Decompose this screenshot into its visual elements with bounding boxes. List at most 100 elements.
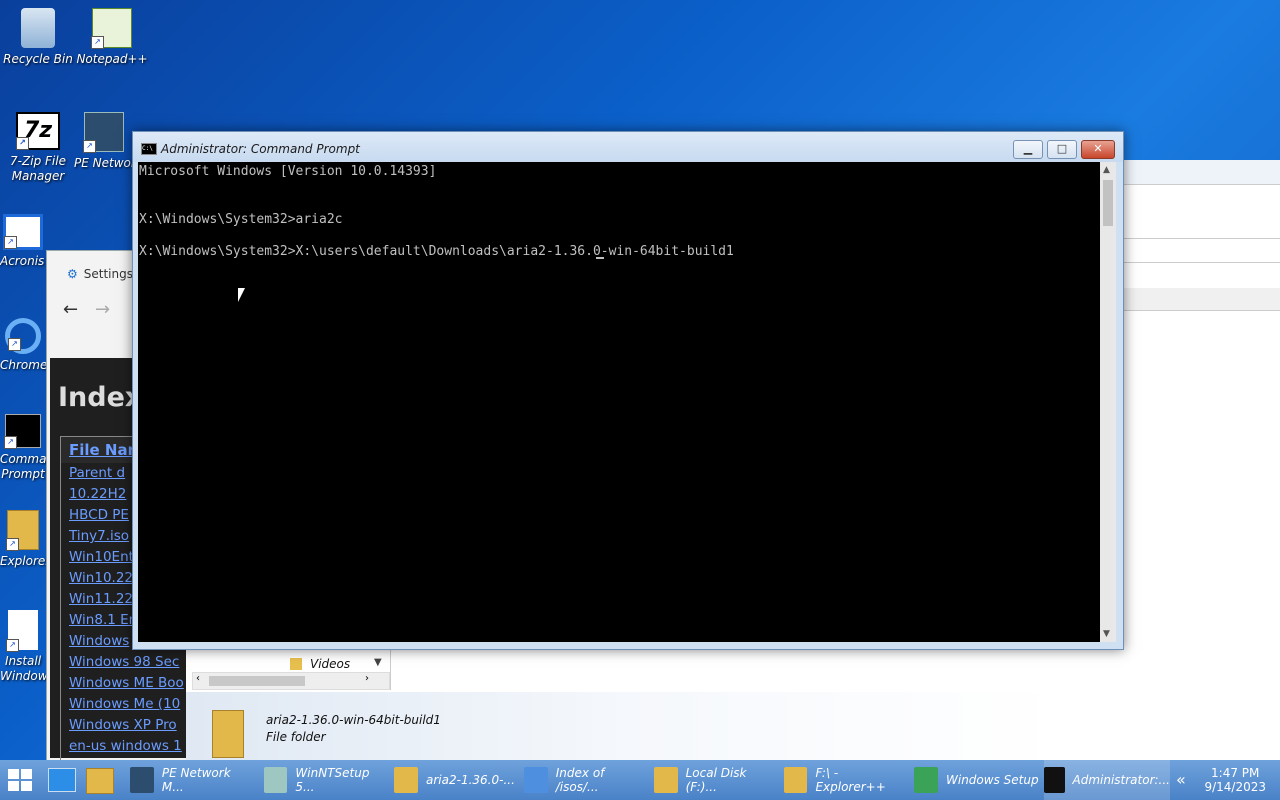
taskbar-button-label: aria2-1.36.0-... [426,773,515,787]
app-icon [1044,767,1065,793]
desktop-icon-label: Recycle Bin [3,52,73,66]
selected-item-details: aria2-1.36.0-win-64bit-build1 File folde… [186,692,1280,760]
mouse-pointer-icon [238,288,245,302]
console-line: Microsoft Windows [Version 10.0.14393] [139,164,437,179]
taskbar-button-label: PE Network M... [161,766,231,794]
explorer-toolbar-strip [1122,160,1280,185]
desktop-icon-label: Command Prompt [0,452,46,481]
scroll-left-icon[interactable]: ‹ [196,673,200,684]
desktop-icon-acronis[interactable]: ↗ Acronis Direct [0,214,46,269]
scroll-thumb[interactable] [1103,180,1113,226]
desktop-icon-label: Acronis Direct [0,254,46,268]
settings-titlebar: ⚙ Settings [67,267,133,281]
clock-time: 1:47 PM [1211,766,1260,780]
desktop-icon-chrome[interactable]: ↗ Chrome [0,318,46,373]
minimize-button[interactable]: ▁ [1013,140,1043,159]
taskbar-button[interactable]: Windows Setup [914,760,1040,800]
taskbar-button-label: Administrator:... [1072,773,1171,787]
settings-title: Settings [83,267,133,281]
app-icon [914,767,938,793]
pe-network-manager-icon: ↗ [83,112,124,153]
taskbar-button-label: Index of /isos/... [555,766,605,794]
scroll-thumb[interactable] [209,676,305,686]
notification-overflow-icon[interactable]: « [1176,770,1186,789]
index-link[interactable]: Windows Me (10 [61,694,187,715]
taskbar-button[interactable]: Administrator:... [1044,760,1170,800]
taskbar-button[interactable]: aria2-1.36.0-... [394,760,520,800]
desktop-icon-pe-network[interactable]: ↗ PE Network Manager [74,112,134,171]
cmd-window-title: Administrator: Command Prompt [161,142,360,156]
taskbar-button[interactable]: PE Network M... [130,760,256,800]
scroll-up-icon[interactable]: ▲ [1103,165,1110,175]
gear-icon: ⚙ [67,267,78,281]
chrome-icon: ↗ [5,318,41,354]
command-prompt-window[interactable]: C:\ Administrator: Command Prompt ▁ □ ✕ … [132,131,1124,650]
desktop-icon-label: Notepad++ [76,52,148,66]
console-vertical-scrollbar[interactable]: ▲ ▼ [1100,162,1116,642]
desktop-icon-install-windows[interactable]: ↗ Install Windows [0,610,46,684]
desktop-icon-notepad[interactable]: ↗ Notepad++ [74,8,150,67]
tree-scroll-down-icon[interactable]: ▼ [374,657,382,668]
app-icon [654,767,678,793]
index-link[interactable]: Windows XP Pro [61,715,187,736]
taskbar: PE Network M... WinNTSetup 5... aria2-1.36… [0,760,1280,800]
explorer-address-strip [1122,212,1280,239]
system-clock[interactable]: 1:47 PM 9/14/2023 [1204,766,1266,794]
index-link[interactable]: en-us windows 1 [61,736,187,757]
seven-zip-icon: 7z ↗ [16,112,60,150]
desktop-icon-label: Explorer [0,554,46,568]
explorer-column-strip [1122,288,1280,311]
install-windows-icon: ↗ [6,610,38,652]
desktop-icon-label: 7-Zip File Manager [10,154,66,183]
tree-horizontal-scrollbar[interactable]: ‹ › [192,672,390,690]
index-heading: Index [58,382,143,413]
app-icon [264,767,288,793]
notepad-plus-plus-icon: ↗ [91,8,132,49]
taskbar-button[interactable]: Index of /isos/... [524,760,650,800]
clock-date: 9/14/2023 [1204,780,1266,794]
app-icon [394,767,418,793]
console-output[interactable]: Microsoft Windows [Version 10.0.14393] X… [138,162,1100,642]
scroll-right-icon[interactable]: › [365,673,369,684]
maximize-button[interactable]: □ [1047,140,1077,159]
desktop-icon-label: Install Windows [0,654,46,683]
console-line: X:\Windows\System32>aria2c [139,212,343,227]
acronis-icon: ↗ [3,214,43,250]
index-link[interactable]: Windows ME Boo [61,673,187,694]
app-icon [784,767,808,793]
explorer-tabs-strip [1122,240,1280,263]
taskbar-button-label: Windows Setup [946,773,1039,787]
taskbar-button[interactable]: Local Disk (F:)... [654,760,780,800]
desktop-icon-command-prompt[interactable]: ↗ Command Prompt [0,414,46,482]
desktop-icon-recycle-bin[interactable]: Recycle Bin [0,8,76,67]
windows-logo-icon [8,769,19,779]
taskbar-button[interactable]: WinNTSetup 5... [264,760,390,800]
taskbar-button-label: Local Disk (F:)... [685,766,747,794]
quick-launch-explorer-icon[interactable] [86,768,114,794]
selected-item-type: File folder [266,730,326,744]
desktop-icon-explorer[interactable]: ↗ Explorer [0,510,46,569]
forward-arrow-icon[interactable]: → [95,299,110,320]
app-icon [130,767,154,793]
close-button[interactable]: ✕ [1081,140,1115,159]
taskbar-button-label: WinNTSetup 5... [295,766,370,794]
desktop-icon-label: Chrome [0,358,46,372]
tree-item-videos[interactable]: Videos [290,657,350,671]
start-button[interactable] [8,769,32,791]
index-link[interactable]: Windows 98 Sec [61,652,187,673]
cmd-window-icon: C:\ [141,143,157,155]
cmd-titlebar[interactable]: C:\ Administrator: Command Prompt ▁ □ ✕ [133,132,1123,162]
desktop-icon-7zip[interactable]: 7z ↗ 7-Zip File Manager [0,112,76,184]
show-desktop-button[interactable] [48,768,76,792]
recycle-bin-icon [21,8,55,48]
selected-item-name: aria2-1.36.0-win-64bit-build1 [266,713,441,727]
app-icon [524,767,548,793]
back-arrow-icon[interactable]: ← [63,299,78,320]
folder-icon: ↗ [6,510,39,551]
folder-large-icon [212,710,244,758]
taskbar-button[interactable]: F:\ - Explorer++ [784,760,910,800]
command-prompt-icon: ↗ [4,414,41,449]
console-line: X:\Windows\System32>X:\users\default\Dow… [139,244,734,259]
scroll-down-icon[interactable]: ▼ [1103,629,1110,639]
taskbar-button-label: F:\ - Explorer++ [815,766,886,794]
